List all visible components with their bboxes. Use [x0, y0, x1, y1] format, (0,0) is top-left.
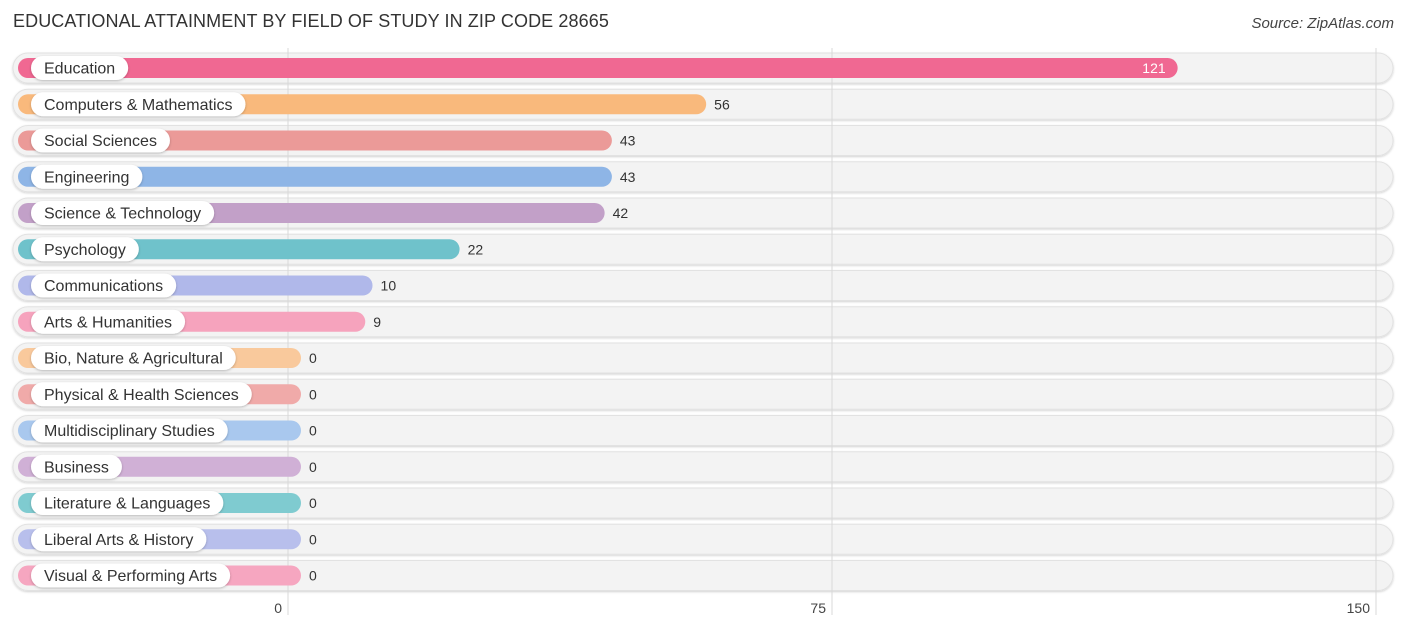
bar[interactable] — [18, 58, 1178, 78]
category-label: Visual & Performing Arts — [44, 568, 217, 585]
category-label: Social Sciences — [44, 133, 157, 150]
value-label: 0 — [309, 459, 317, 475]
value-label: 22 — [468, 241, 484, 257]
category-label: Multidisciplinary Studies — [44, 423, 215, 440]
bar-row[interactable]: Literature & Languages 0 — [18, 491, 317, 515]
value-label: 0 — [309, 495, 317, 511]
bar-row[interactable]: Physical & Health Sciences 0 — [18, 382, 317, 407]
category-label: Physical & Health Sciences — [44, 387, 239, 404]
value-label: 0 — [309, 531, 317, 547]
category-label: Bio, Nature & Agricultural — [44, 351, 223, 368]
bar-row[interactable]: Business 0 — [18, 454, 317, 479]
x-tick-label: 75 — [810, 600, 826, 616]
value-label: 121 — [1142, 60, 1166, 76]
bar-row[interactable]: Engineering 43 — [18, 164, 636, 189]
value-label: 0 — [309, 386, 317, 402]
category-label: Arts & Humanities — [44, 314, 172, 331]
value-label: 43 — [620, 133, 636, 149]
value-label: 43 — [620, 169, 636, 185]
category-label: Science & Technology — [44, 206, 201, 223]
category-label: Literature & Languages — [44, 496, 210, 513]
bar-row[interactable]: Arts & Humanities 9 — [18, 309, 381, 334]
category-label: Liberal Arts & History — [44, 532, 193, 549]
value-label: 56 — [714, 96, 730, 112]
value-label: 0 — [309, 423, 317, 439]
category-label: Education — [44, 61, 115, 78]
x-tick-label: 150 — [1347, 600, 1371, 616]
bar-row[interactable]: Communications 10 — [18, 273, 397, 298]
x-tick-label: 0 — [274, 600, 282, 616]
bar-row[interactable]: Science & Technology 42 — [18, 201, 628, 225]
value-label: 9 — [373, 314, 381, 330]
bar-row[interactable]: Visual & Performing Arts 0 — [18, 563, 317, 588]
category-label: Computers & Mathematics — [44, 97, 233, 114]
value-label: 10 — [381, 278, 397, 294]
bar-row[interactable]: Bio, Nature & Agricultural 0 — [18, 346, 317, 370]
value-label: 0 — [309, 350, 317, 366]
bar-row[interactable]: Liberal Arts & History 0 — [18, 527, 317, 552]
category-label: Communications — [44, 278, 163, 295]
category-label: Engineering — [44, 169, 129, 186]
bar-row[interactable]: Computers & Mathematics 56 — [18, 92, 730, 117]
bar-row[interactable]: Psychology 22 — [18, 237, 484, 262]
bar-row[interactable]: Social Sciences 43 — [18, 128, 636, 153]
category-label: Business — [44, 459, 109, 476]
value-label: 0 — [309, 568, 317, 584]
value-label: 42 — [613, 205, 629, 221]
bar-chart: Education 121 Computers & Mathematics 56 Soc… — [12, 48, 1394, 616]
bar-row[interactable]: Multidisciplinary Studies 0 — [18, 418, 317, 443]
category-label: Psychology — [44, 242, 126, 259]
bar-row[interactable]: Education 121 — [18, 56, 1178, 80]
